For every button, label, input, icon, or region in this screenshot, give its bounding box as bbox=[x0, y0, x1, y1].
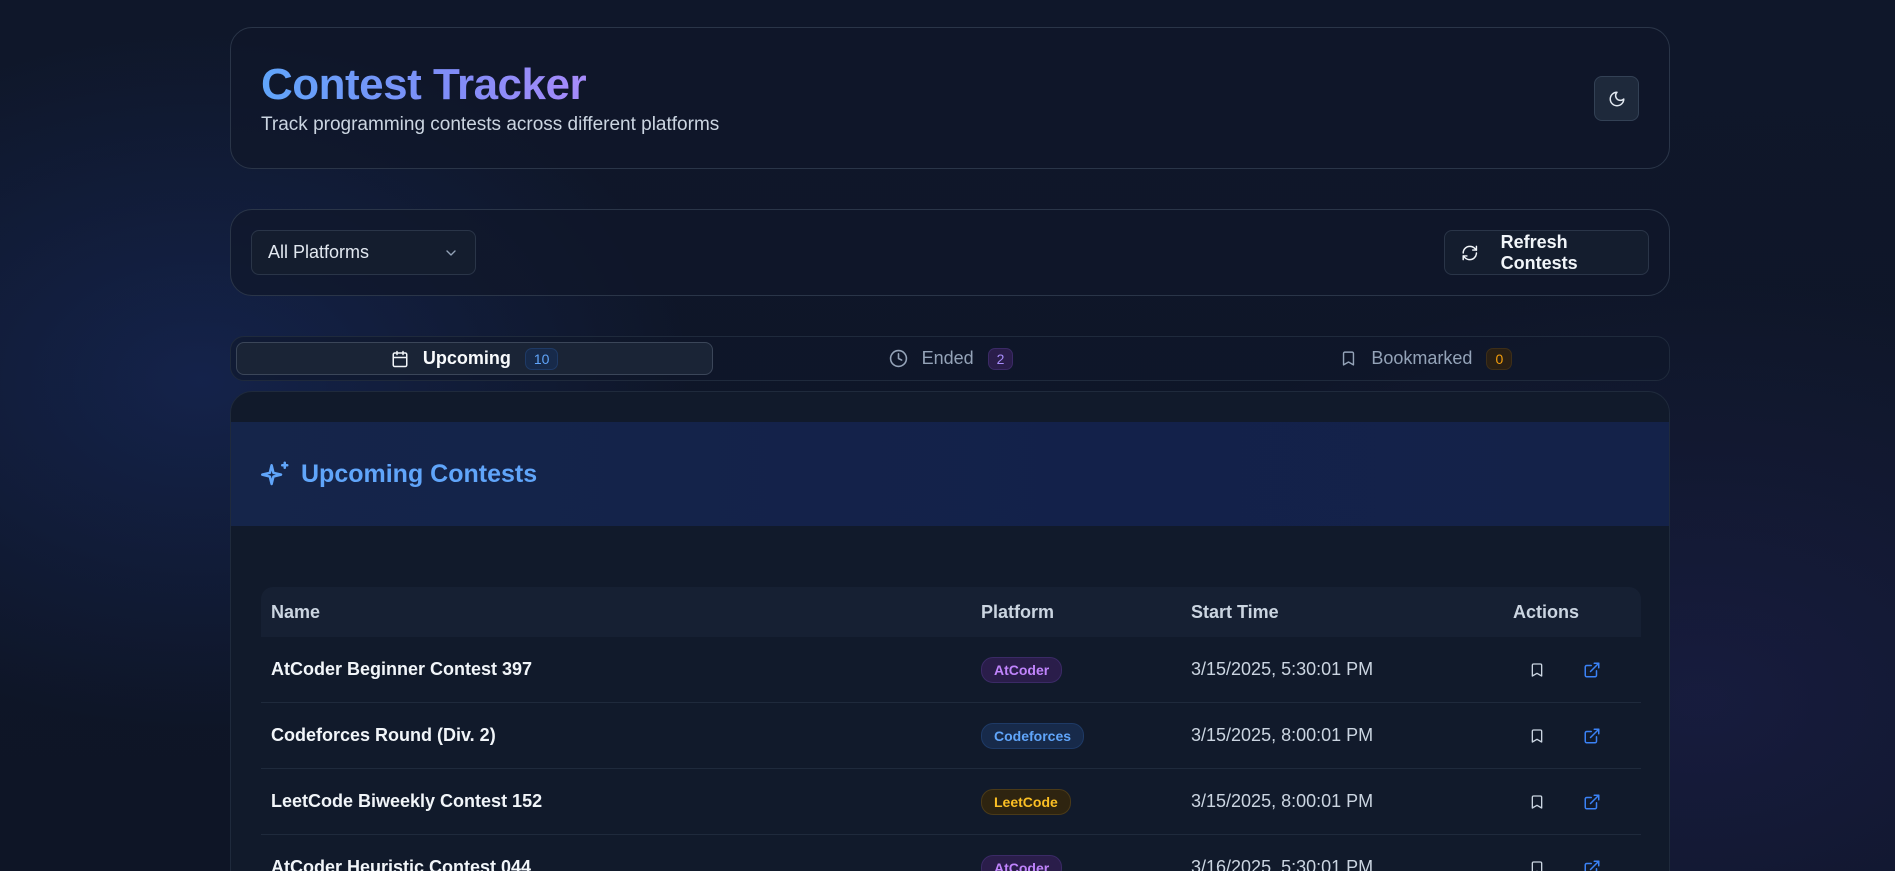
filter-card: All Platforms Refresh Contests bbox=[230, 209, 1670, 296]
platform-badge: AtCoder bbox=[981, 854, 1063, 871]
open-contest-link[interactable] bbox=[1581, 791, 1603, 813]
table-row: LeetCode Biweekly Contest 152 LeetCode 3… bbox=[261, 769, 1641, 835]
contest-name: AtCoder Beginner Contest 397 bbox=[271, 659, 533, 679]
refresh-contests-button[interactable]: Refresh Contests bbox=[1444, 230, 1649, 275]
contest-tabs: Upcoming 10 Ended 2 Bookmarked 0 bbox=[230, 336, 1670, 381]
bookmark-button[interactable] bbox=[1526, 857, 1548, 871]
platform-select-value: All Platforms bbox=[268, 242, 370, 262]
bookmark-button[interactable] bbox=[1526, 791, 1548, 813]
tab-upcoming-label: Upcoming bbox=[422, 348, 511, 368]
header-platform: Platform bbox=[981, 601, 1055, 622]
contest-start-time: 3/16/2025, 5:30:01 PM bbox=[1191, 857, 1374, 871]
bookmark-icon bbox=[1531, 860, 1543, 871]
app-title: Contest Tracker bbox=[261, 60, 587, 109]
header-start-time: Start Time bbox=[1191, 601, 1279, 622]
tab-ended-label: Ended bbox=[921, 348, 974, 368]
external-link-icon bbox=[1584, 860, 1600, 871]
chevron-down-icon bbox=[446, 249, 456, 256]
contests-card: Upcoming Contests Name Platform Start Ti… bbox=[230, 391, 1670, 871]
refresh-contests-label: Refresh Contests bbox=[1500, 231, 1578, 273]
contest-name: AtCoder Heuristic Contest 044 bbox=[271, 857, 532, 871]
contest-start-time: 3/15/2025, 8:00:01 PM bbox=[1191, 791, 1374, 811]
tab-upcoming[interactable]: Upcoming 10 bbox=[236, 342, 714, 375]
open-contest-link[interactable] bbox=[1581, 725, 1603, 747]
bookmark-icon bbox=[1531, 728, 1543, 743]
tab-ended[interactable]: Ended 2 bbox=[713, 342, 1188, 375]
clock-icon bbox=[889, 349, 907, 368]
contest-start-time: 3/15/2025, 8:00:01 PM bbox=[1191, 725, 1374, 745]
moon-icon bbox=[1609, 91, 1624, 106]
external-link-icon bbox=[1584, 662, 1600, 677]
tab-ended-count: 2 bbox=[987, 347, 1014, 370]
platform-badge: LeetCode bbox=[981, 788, 1071, 815]
contest-name: LeetCode Biweekly Contest 152 bbox=[271, 791, 543, 811]
open-contest-link[interactable] bbox=[1581, 857, 1603, 871]
refresh-icon bbox=[1462, 245, 1478, 260]
header-card: Contest Tracker Track programming contes… bbox=[230, 27, 1670, 169]
app-subtitle: Track programming contests across differ… bbox=[261, 114, 720, 135]
tab-bookmarked[interactable]: Bookmarked 0 bbox=[1189, 342, 1664, 375]
table-row: AtCoder Heuristic Contest 044 AtCoder 3/… bbox=[261, 835, 1641, 871]
calendar-icon bbox=[392, 350, 408, 367]
sparkles-icon bbox=[261, 461, 289, 486]
table-row: Codeforces Round (Div. 2) Codeforces 3/1… bbox=[261, 703, 1641, 769]
table-header: Name Platform Start Time Actions bbox=[261, 587, 1641, 637]
bookmark-icon bbox=[1531, 794, 1543, 809]
bookmark-button[interactable] bbox=[1526, 725, 1548, 747]
section-header: Upcoming Contests bbox=[231, 422, 1669, 526]
header-actions: Actions bbox=[1513, 601, 1580, 622]
platform-select[interactable]: All Platforms bbox=[251, 230, 476, 275]
theme-toggle-button[interactable] bbox=[1594, 76, 1639, 121]
platform-badge: AtCoder bbox=[981, 656, 1063, 683]
header-name: Name bbox=[271, 601, 321, 622]
contest-name: Codeforces Round (Div. 2) bbox=[271, 725, 496, 745]
external-link-icon bbox=[1584, 728, 1600, 743]
contest-start-time: 3/15/2025, 5:30:01 PM bbox=[1191, 659, 1374, 679]
table-row: AtCoder Beginner Contest 397 AtCoder 3/1… bbox=[261, 637, 1641, 703]
tab-upcoming-count: 10 bbox=[524, 347, 559, 370]
section-title: Upcoming Contests bbox=[301, 459, 538, 488]
platform-badge: Codeforces bbox=[981, 722, 1085, 749]
contests-table: Name Platform Start Time Actions AtCoder… bbox=[261, 587, 1641, 871]
bookmark-button[interactable] bbox=[1526, 659, 1548, 681]
tab-bookmarked-count: 0 bbox=[1486, 347, 1513, 370]
bookmark-icon bbox=[1531, 662, 1543, 677]
external-link-icon bbox=[1584, 794, 1600, 809]
open-contest-link[interactable] bbox=[1581, 659, 1603, 681]
bookmark-icon bbox=[1343, 351, 1355, 366]
tab-bookmarked-label: Bookmarked bbox=[1371, 348, 1473, 368]
